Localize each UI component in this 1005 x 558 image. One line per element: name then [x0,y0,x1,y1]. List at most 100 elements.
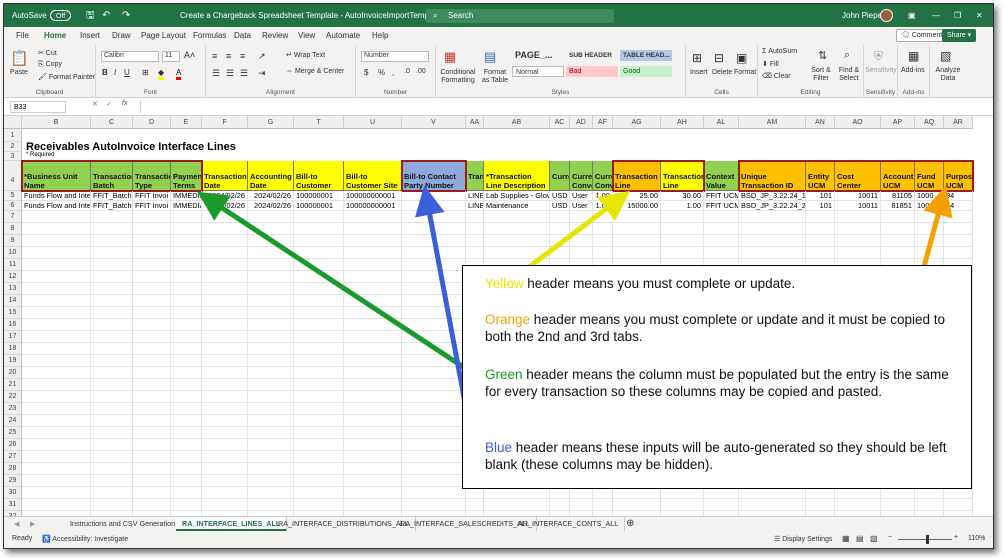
table-cell[interactable]: 10011 [835,191,881,201]
row-header-14[interactable]: 14 [4,295,22,307]
row-header-4[interactable]: 4 [4,161,22,191]
column-header-G[interactable]: G [248,116,294,129]
zoom-in-icon[interactable]: + [954,534,958,541]
table-cell[interactable]: Funds Flow and Inte [22,201,91,211]
table-cell[interactable]: 81851 [881,201,915,211]
column-header-AN[interactable]: AN [806,116,835,129]
prev-sheet-icon[interactable]: ◀ [8,517,26,531]
table-cell[interactable]: BSD_JP_3.22.24_2 [739,201,806,211]
decrease-decimal-icon[interactable]: .00 [416,68,426,75]
table-cell[interactable]: 25.00 [613,191,661,201]
row-header-12[interactable]: 12 [4,271,22,283]
row-header-29[interactable]: 29 [4,475,22,487]
align-bottom-icon[interactable]: ≡ [240,51,245,61]
table-cell[interactable]: 10011 [835,201,881,211]
percent-icon[interactable]: % [378,68,385,77]
conditional-formatting-button[interactable]: Conditional Formatting [438,69,478,85]
table-cell[interactable]: LINE [466,201,484,211]
row-header-26[interactable]: 26 [4,439,22,451]
table-cell[interactable]: FFIT Invoi [133,201,171,211]
menu-insert[interactable]: Insert [80,27,100,45]
fill-button[interactable]: ⬇ Fill [762,60,779,68]
table-cell[interactable]: IMMEDIA [171,201,202,211]
align-left-icon[interactable]: ☰ [212,68,220,79]
header-cell-V[interactable]: Bill-to Contact Party Number [402,161,466,191]
find-icon[interactable]: ⌕ [844,49,850,62]
column-header-AC[interactable]: AC [550,116,570,129]
column-header-V[interactable]: V [402,116,466,129]
header-cell-AD[interactable]: Currency Conversion [570,161,593,191]
header-cell-AM[interactable]: Unique Transaction ID [739,161,806,191]
sort-filter-icon[interactable]: ⇅ [818,49,827,62]
table-cell[interactable]: 2024/02/26 [202,191,248,201]
table-cell[interactable]: FFIT_Batch [91,191,133,201]
row-header-15[interactable]: 15 [4,307,22,319]
tab-conts[interactable]: AR_INTERFACE_CONTS_ALL [512,517,626,531]
increase-decimal-icon[interactable]: .0 [404,68,410,75]
header-cell-AC[interactable]: Currency [550,161,570,191]
table-cell[interactable]: 81105 [881,191,915,201]
table-cell[interactable] [402,201,466,211]
column-header-AM[interactable]: AM [739,116,806,129]
table-cell[interactable]: 1.00 [661,201,704,211]
table-cell[interactable]: User [570,201,593,211]
header-cell-AR[interactable]: Purpose UCM [944,161,973,191]
shield-icon[interactable]: ⛨ [874,49,883,64]
column-header-AR[interactable]: AR [944,116,973,129]
table-cell[interactable]: USD [550,191,570,201]
menu-help[interactable]: Help [372,27,388,45]
row-header-16[interactable]: 16 [4,319,22,331]
insert-cells-icon[interactable]: ⊞ [692,51,702,65]
sensitivity-button[interactable]: Sensitivity [865,67,897,74]
table-cell[interactable]: 100000000001 [344,201,402,211]
table-cell[interactable]: 100000001 [294,191,344,201]
table-cell[interactable]: BSD_JP_3.22.24_1 [739,191,806,201]
conditional-format-icon[interactable]: ▦ [444,49,456,65]
row-header-8[interactable]: 8 [4,223,22,235]
autosave-toggle[interactable]: Off [50,10,72,21]
copy-button[interactable]: ⎘ Copy [38,61,62,69]
table-cell[interactable]: 1.00 [593,191,613,201]
find-select-button[interactable]: Find & Select [836,67,862,83]
analyze-data-icon[interactable]: ▧ [940,49,951,63]
table-cell[interactable]: 30.00 [661,191,704,201]
close-icon[interactable]: ✕ [976,4,983,27]
header-cell-AO[interactable]: Cost Center UCM [835,161,881,191]
style-page[interactable]: PAGE_... [512,50,564,61]
row-header-9[interactable]: 9 [4,235,22,247]
font-name-select[interactable]: Calibri [101,51,159,62]
display-settings-button[interactable]: ☰ Display Settings [774,535,832,543]
table-cell[interactable]: 1000 [915,191,944,201]
table-cell[interactable]: User [570,191,593,201]
column-header-AF[interactable]: AF [593,116,613,129]
column-header-AD[interactable]: AD [570,116,593,129]
table-cell[interactable]: FFIT Invoi [133,191,171,201]
row-header-10[interactable]: 10 [4,247,22,259]
table-cell[interactable]: 2024/02/26 [248,191,294,201]
table-cell[interactable]: FFIT UCM [704,201,739,211]
style-subheader[interactable]: SUB HEADER [566,50,618,61]
minimize-icon[interactable]: — [932,4,940,27]
table-cell[interactable]: IMMEDIA [171,191,202,201]
menu-automate[interactable]: Automate [326,27,360,45]
indent-icon[interactable]: ⇥ [258,68,266,79]
delete-cells-icon[interactable]: ⊟ [714,51,724,65]
borders-icon[interactable]: ⊞ [142,68,149,77]
delete-cells-button[interactable]: Delete [712,69,732,76]
insert-cells-button[interactable]: Insert [690,69,708,76]
row-header-7[interactable]: 7 [4,211,22,223]
align-top-icon[interactable]: ≡ [212,51,217,61]
table-cell[interactable]: Lab Supplies - Glove [484,191,550,201]
header-cell-C[interactable]: Transaction Batch [91,161,133,191]
header-cell-AA[interactable]: Transaction [466,161,484,191]
menu-data[interactable]: Data [234,27,251,45]
header-cell-T[interactable]: Bill-to Customer Account [294,161,344,191]
column-header-F[interactable]: F [202,116,248,129]
currency-icon[interactable]: $ [364,68,368,77]
menu-draw[interactable]: Draw [112,27,131,45]
share-button[interactable]: Share ▾ [942,29,977,42]
table-cell[interactable]: Funds Flow and Inte [22,191,91,201]
menu-file[interactable]: File [16,27,29,45]
zoom-out-icon[interactable]: − [888,534,892,541]
table-cell[interactable]: Maintenance [484,201,550,211]
